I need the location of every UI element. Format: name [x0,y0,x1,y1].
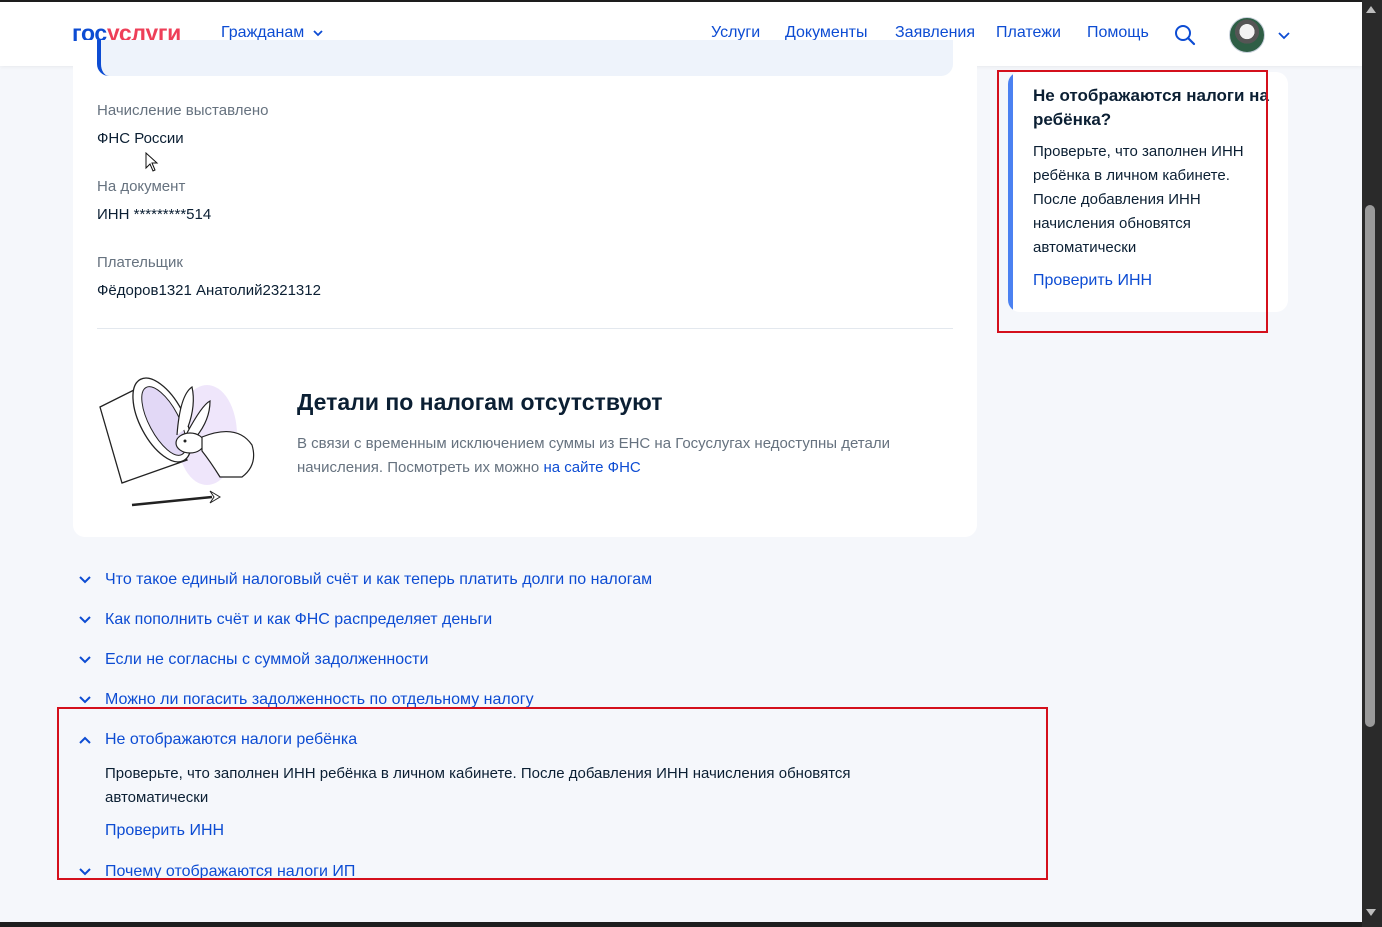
issued-by-label: Начисление выставлено [97,102,269,119]
window-bottom-edge [0,922,1362,927]
scroll-down-arrow-icon[interactable] [1366,909,1376,916]
card-top-banner [97,40,953,76]
document-label: На документ [97,178,186,195]
faq-item-label: Что такое единый налоговый счёт и как те… [105,571,653,588]
payer-value: Фёдоров1321 Анатолий2321312 [97,282,321,299]
magic-hat-illustration [99,377,255,507]
chevron-down-icon [79,696,91,704]
scrollbar-thumb[interactable] [1365,205,1375,727]
search-icon[interactable] [1174,24,1196,46]
chevron-down-icon [313,30,323,37]
chevron-down-icon[interactable] [1277,30,1291,42]
highlight-box-hint-card [997,70,1268,333]
document-value: ИНН *********514 [97,206,212,223]
faq-item[interactable]: Если не согласны с суммой задолженности [78,651,428,669]
faq-item[interactable]: Как пополнить счёт и как ФНС распределяе… [78,611,492,629]
payer-label: Плательщик [97,254,183,271]
faq-item-label: Как пополнить счёт и как ФНС распределяе… [105,611,493,628]
chevron-down-icon [79,656,91,664]
empty-state-text: В связи с временным исключением суммы из… [297,432,947,480]
issued-by-value: ФНС России [97,130,184,147]
scroll-up-arrow-icon[interactable] [1366,6,1376,13]
chevron-down-icon [79,616,91,624]
nav-payments[interactable]: Платежи [996,24,1061,42]
empty-state-title: Детали по налогам отсутствуют [297,389,663,415]
highlight-box-faq [57,707,1048,880]
faq-item-label: Если не согласны с суммой задолженности [105,651,429,668]
avatar[interactable] [1229,17,1265,53]
divider [97,328,953,329]
fns-site-link[interactable]: на сайте ФНС [543,459,640,476]
nav-help[interactable]: Помощь [1087,24,1149,42]
chevron-down-icon [79,576,91,584]
faq-item[interactable]: Что такое единый налоговый счёт и как те… [78,571,652,589]
mouse-cursor-icon [145,152,159,172]
